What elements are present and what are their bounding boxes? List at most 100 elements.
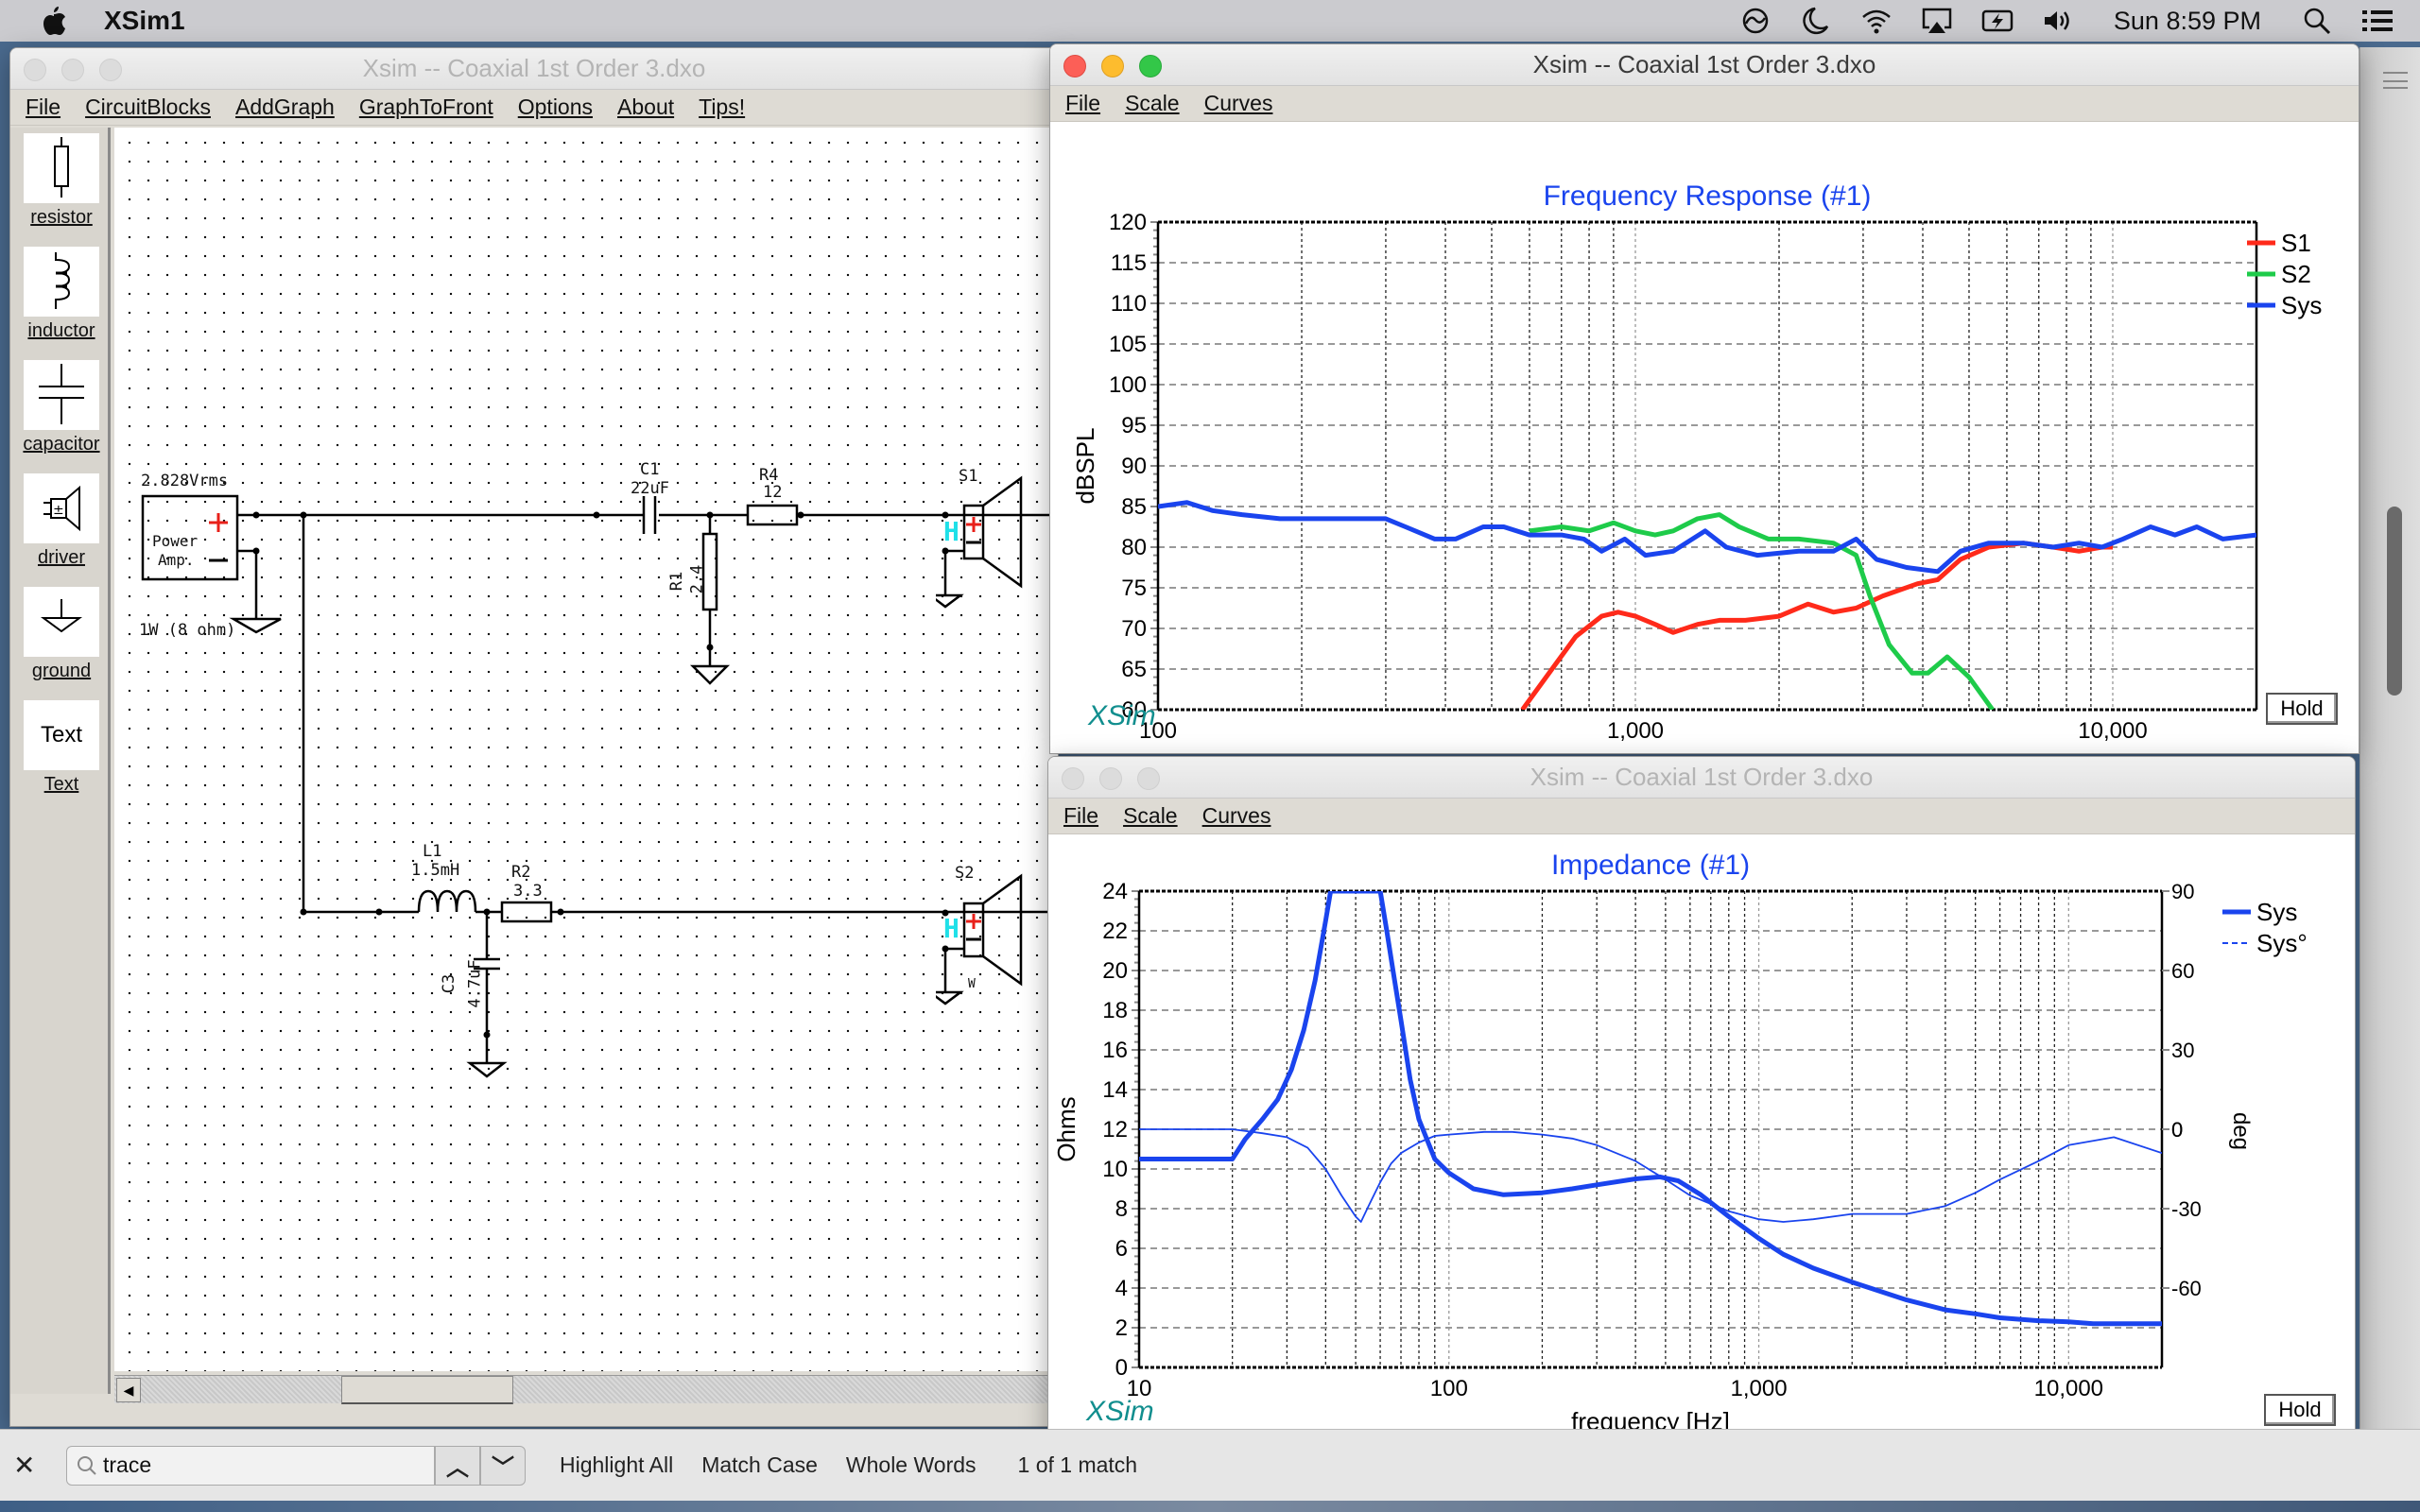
app-name-menu[interactable]: XSim1: [104, 6, 185, 36]
menu-scale[interactable]: Scale: [1125, 91, 1180, 116]
airplay-icon[interactable]: [1921, 5, 1953, 37]
zoom-window-button[interactable]: [1139, 55, 1162, 77]
l1-name: L1: [423, 842, 442, 861]
menu-scale[interactable]: Scale: [1123, 803, 1178, 829]
palette-inductor[interactable]: inductor: [18, 247, 105, 342]
series-line-s1: [1520, 541, 2113, 710]
c3-name: C3: [440, 973, 459, 994]
inductor-icon: [55, 252, 71, 309]
minimize-window-button[interactable]: [1099, 767, 1122, 790]
r4-name: R4: [759, 466, 779, 485]
find-input[interactable]: [103, 1452, 406, 1478]
find-search-box: [66, 1445, 435, 1486]
palette-driver[interactable]: ± driver: [18, 473, 105, 569]
menu-addgraph[interactable]: AddGraph: [235, 94, 335, 120]
close-window-button[interactable]: [1063, 55, 1086, 77]
r2-value: 3.3: [513, 882, 543, 901]
y-tick-label: 2: [1115, 1315, 1128, 1341]
menu-curves[interactable]: Curves: [1202, 803, 1271, 829]
series-line-sys: [1139, 891, 2162, 1327]
imp-graph-area: Impedance (#1) 0 2 4 6 8 10 12 14 16 18 20 22 24 10 100…: [1048, 834, 2355, 1451]
freq-menu-bar: File Scale Curves: [1050, 86, 2359, 122]
impedance-chart[interactable]: Impedance (#1)02468101214161820222410 100…: [1048, 834, 2356, 1452]
find-match-status: 1 of 1 match: [1017, 1452, 1138, 1477]
inductor-l1: [417, 889, 477, 913]
palette-label: driver: [37, 547, 85, 568]
hold-button[interactable]: Hold: [2266, 693, 2338, 725]
menu-options[interactable]: Options: [518, 94, 593, 120]
legend-label: Sys: [2281, 291, 2322, 319]
menu-circuitblocks[interactable]: CircuitBlocks: [85, 94, 211, 120]
palette-capacitor[interactable]: capacitor: [18, 360, 105, 455]
driver-icon: ±: [43, 485, 80, 532]
find-previous-button[interactable]: ︿: [435, 1445, 480, 1486]
circuit-canvas[interactable]: 2.828Vrms Power Amp. 1W (8 ohm) C1 22uF …: [114, 128, 1058, 1371]
y-tick-label: 110: [1111, 291, 1147, 317]
palette-text[interactable]: Text Text: [18, 700, 105, 796]
vertical-scrollbar-thumb[interactable]: [2387, 507, 2402, 696]
hold-button[interactable]: Hold: [2264, 1394, 2336, 1426]
amp-voltage-label: 2.828Vrms: [141, 472, 229, 490]
close-find-bar-icon[interactable]: ✕: [13, 1450, 42, 1481]
circuit-window-titlebar[interactable]: Xsim -- Coaxial 1st Order 3.dxo: [10, 48, 1058, 90]
sync-icon[interactable]: [1739, 5, 1772, 37]
battery-charging-icon[interactable]: [1981, 5, 2014, 37]
zoom-window-button[interactable]: [1137, 767, 1160, 790]
volume-icon[interactable]: [2042, 5, 2074, 37]
y-tick-label: 95: [1121, 413, 1147, 438]
notification-center-icon[interactable]: [2361, 5, 2394, 37]
palette-ground[interactable]: ground: [18, 587, 105, 682]
spotlight-search-icon[interactable]: [2301, 5, 2333, 37]
find-next-button[interactable]: ﹀: [480, 1445, 526, 1486]
y-tick-label: 8: [1115, 1196, 1128, 1222]
y2-tick-label: -30: [2171, 1197, 2202, 1221]
l1-value: 1.5mH: [411, 861, 460, 880]
y-tick-label: 65: [1121, 657, 1147, 682]
scroll-left-arrow-icon[interactable]: ◀: [116, 1378, 141, 1402]
menu-curves[interactable]: Curves: [1204, 91, 1273, 116]
xsim-logo: XSim: [1088, 700, 1156, 731]
x-tick-label: 10,000: [2078, 718, 2147, 744]
r1-name: R1: [667, 571, 687, 592]
menu-icon[interactable]: [2383, 72, 2408, 89]
frequency-response-chart[interactable]: Frequency Response (#1)60657075808590951…: [1050, 122, 2360, 754]
x-tick-label: 10,000: [2034, 1376, 2103, 1401]
night-shift-icon[interactable]: [1800, 5, 1832, 37]
minimize-window-button[interactable]: [61, 59, 84, 81]
wifi-icon[interactable]: [1860, 5, 1893, 37]
menu-file[interactable]: File: [1065, 91, 1100, 116]
whole-words-toggle[interactable]: Whole Words: [846, 1452, 977, 1478]
background-window-edge: [2360, 47, 2420, 1465]
close-window-button[interactable]: [1062, 767, 1084, 790]
apple-menu-icon[interactable]: [38, 5, 70, 37]
menu-about[interactable]: About: [617, 94, 674, 120]
chart-title: Impedance (#1): [1551, 850, 1750, 881]
y-axis-label: dBSPL: [1071, 428, 1099, 505]
search-icon: [78, 1455, 96, 1475]
window-title: Xsim -- Coaxial 1st Order 3.dxo: [362, 54, 706, 82]
close-window-button[interactable]: [24, 59, 46, 81]
menu-clock[interactable]: Sun 8:59 PM: [2114, 7, 2261, 36]
menu-tips[interactable]: Tips!: [699, 94, 745, 120]
horizontal-scrollbar-thumb[interactable]: [341, 1376, 513, 1404]
y-tick-label: 100: [1109, 372, 1147, 398]
imp-window-titlebar[interactable]: Xsim -- Coaxial 1st Order 3.dxo: [1048, 757, 2355, 799]
palette-resistor[interactable]: resistor: [18, 133, 105, 229]
svg-text:±: ±: [53, 503, 64, 518]
menu-graphtofront[interactable]: GraphToFront: [359, 94, 493, 120]
zoom-window-button[interactable]: [99, 59, 122, 81]
palette-label: capacitor: [23, 434, 100, 455]
match-case-toggle[interactable]: Match Case: [701, 1452, 818, 1478]
circuit-window: Xsim -- Coaxial 1st Order 3.dxo File Cir…: [9, 47, 1059, 1427]
y2-axis-label: deg: [2228, 1112, 2254, 1150]
highlight-all-toggle[interactable]: Highlight All: [560, 1452, 673, 1478]
horizontal-scrollbar[interactable]: ◀: [114, 1375, 1058, 1404]
freq-window-titlebar[interactable]: Xsim -- Coaxial 1st Order 3.dxo: [1050, 44, 2359, 86]
menu-file[interactable]: File: [1063, 803, 1098, 829]
text-icon: Text: [24, 700, 99, 770]
minimize-window-button[interactable]: [1101, 55, 1124, 77]
desktop-background: [0, 1501, 2420, 1512]
menu-file[interactable]: File: [26, 94, 60, 120]
legend-label: S2: [2281, 260, 2311, 288]
y-tick-label: 75: [1121, 576, 1147, 601]
